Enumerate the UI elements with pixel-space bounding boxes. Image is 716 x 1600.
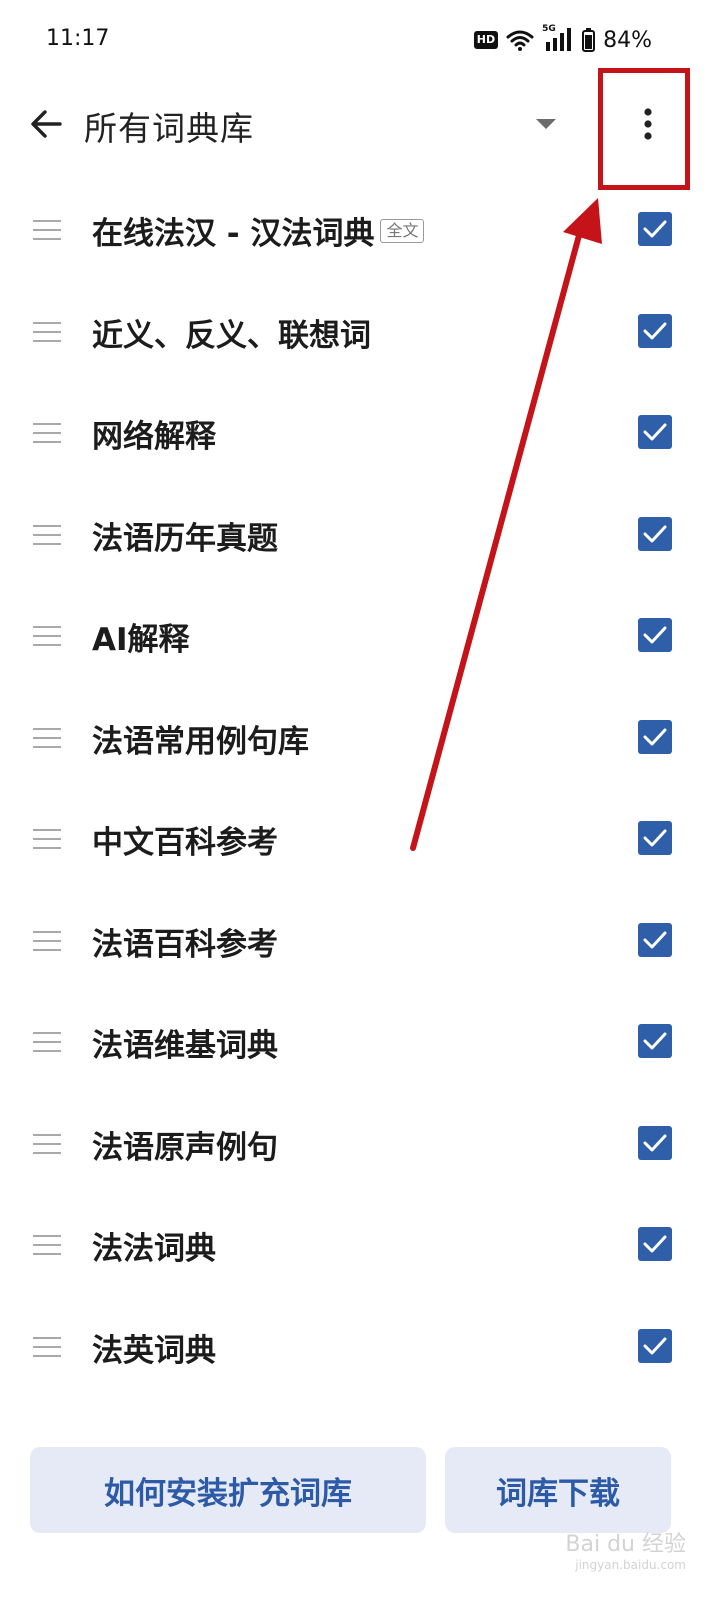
enable-checkbox[interactable] [638,821,672,855]
dictionary-list-item[interactable]: 网页书签 [0,1398,716,1430]
watermark-text: Bai du 经验 [565,1532,686,1557]
enable-checkbox[interactable] [638,313,672,348]
enable-checkbox[interactable] [638,415,672,449]
dictionary-name: 法法词典 [92,1223,216,1268]
dictionary-name-text: 法语常用例句库 [92,723,309,760]
check-icon [643,1134,667,1151]
dictionary-name-text: AI解释 [92,622,190,658]
drag-handle-icon[interactable] [33,524,61,547]
enable-checkbox[interactable] [638,1227,672,1261]
dictionary-list-item[interactable]: 近义、反义、联想词 [0,282,716,384]
cellular-signal-icon: 5G [542,24,574,52]
check-icon [643,220,667,238]
dictionary-name: 近义、反义、联想词 [92,310,371,355]
dictionary-list-item[interactable]: AI解释 [0,586,716,688]
hd-icon: HD [473,31,499,49]
battery-icon [582,28,596,52]
drag-handle-icon[interactable] [33,829,61,851]
check-icon [643,728,667,745]
watermark-url: jingyan.baidu.com [575,1558,686,1572]
enable-checkbox[interactable] [638,212,672,246]
dictionary-name-text: 法英词典 [92,1332,216,1369]
arrow-left-icon [31,110,62,138]
dictionary-name: 法语维基词典 [92,1020,278,1065]
check-icon [643,1235,667,1253]
dictionary-list-item[interactable]: 在线法汉 - 汉法词典 全文 [0,180,716,282]
dictionary-name: 中文百科参考 [92,817,278,862]
dictionary-list-item[interactable]: 法法词典 [0,1195,716,1297]
check-icon [643,423,667,441]
drag-handle-icon[interactable] [33,1133,61,1156]
page-title: 所有词典库 [84,109,254,148]
dictionary-name: 法语百科参考 [92,919,278,964]
dictionary-name-text: 法法词典 [92,1231,216,1267]
dictionary-name: AI解释 [92,614,190,659]
network-type: 5G [542,24,556,34]
dictionary-name-text: 法语维基词典 [92,1028,278,1064]
dictionary-name: 在线法汉 - 汉法词典 全文 [92,208,425,253]
enable-checkbox[interactable] [638,1328,672,1363]
dictionary-list: 在线法汉 - 汉法词典 全文近义、反义、联想词 网络解释法语历年真题 AI解释法语常用… [0,180,716,1430]
dictionary-list-item[interactable]: 法英词典 [0,1297,716,1399]
dictionary-name-text: 法语历年真题 [92,520,278,557]
dictionary-filter-dropdown[interactable] [524,102,568,146]
check-icon [643,525,667,542]
enable-checkbox[interactable] [638,1024,672,1058]
dictionary-list-item[interactable]: 法语维基词典 [0,992,716,1094]
dictionary-name-text: 法语百科参考 [92,926,278,963]
drag-handle-icon[interactable] [33,930,61,953]
dictionary-list-item[interactable]: 法语原声例句 [0,1094,716,1196]
dictionary-name-text: 网络解释 [92,419,216,455]
check-icon [643,829,667,847]
annotation-highlight-box [598,68,690,190]
check-icon [643,931,667,948]
dictionary-name-text: 中文百科参考 [92,825,278,861]
status-icons: HD 5G 84% [473,24,652,56]
battery-percent: 84% [603,27,652,53]
dictionary-name: 法语历年真题 [92,513,278,558]
drag-handle-icon[interactable] [33,220,61,242]
enable-checkbox[interactable] [638,1125,672,1160]
dictionary-name: 网络解释 [92,411,216,456]
dictionary-list-item[interactable]: 法语历年真题 [0,485,716,587]
dictionary-name: 法英词典 [92,1325,216,1370]
drag-handle-icon[interactable] [33,321,61,344]
drag-handle-icon[interactable] [33,1336,61,1359]
status-time: 11:17 [46,26,110,51]
dictionary-list-item[interactable]: 中文百科参考 [0,789,716,891]
drag-handle-icon[interactable] [33,1235,61,1257]
enable-checkbox[interactable] [638,922,672,957]
back-button[interactable] [22,100,70,148]
drag-handle-icon[interactable] [33,1032,61,1054]
enable-checkbox[interactable] [638,719,672,754]
dictionary-list-item[interactable]: 网络解释 [0,383,716,485]
dictionary-name-text: 近义、反义、联想词 [92,317,371,354]
dictionary-download-button[interactable]: 词库下载 [445,1447,671,1533]
wifi-icon [506,30,534,51]
enable-checkbox[interactable] [638,618,672,652]
drag-handle-icon[interactable] [33,626,61,648]
dictionary-name: 法语常用例句库 [92,716,309,761]
caret-down-icon [536,119,556,129]
drag-handle-icon[interactable] [33,727,61,750]
bottom-action-bar: 如何安装扩充词库 词库下载 [0,1430,716,1600]
check-icon [643,1337,667,1354]
dictionary-name: 法语原声例句 [92,1122,278,1167]
install-guide-button[interactable]: 如何安装扩充词库 [30,1447,426,1533]
drag-handle-icon[interactable] [33,423,61,445]
check-icon [643,322,667,339]
check-icon [643,626,667,644]
dictionary-list-item[interactable]: 法语常用例句库 [0,688,716,790]
fulltext-badge: 全文 [380,218,425,243]
dictionary-list-item[interactable]: 法语百科参考 [0,891,716,993]
watermark: Bai du 经验 jingyan.baidu.com [565,1526,686,1572]
dictionary-name-text: 法语原声例句 [92,1129,278,1166]
dictionary-name-text: 在线法汉 - 汉法词典 [92,216,375,252]
enable-checkbox[interactable] [638,516,672,551]
check-icon [643,1032,667,1050]
